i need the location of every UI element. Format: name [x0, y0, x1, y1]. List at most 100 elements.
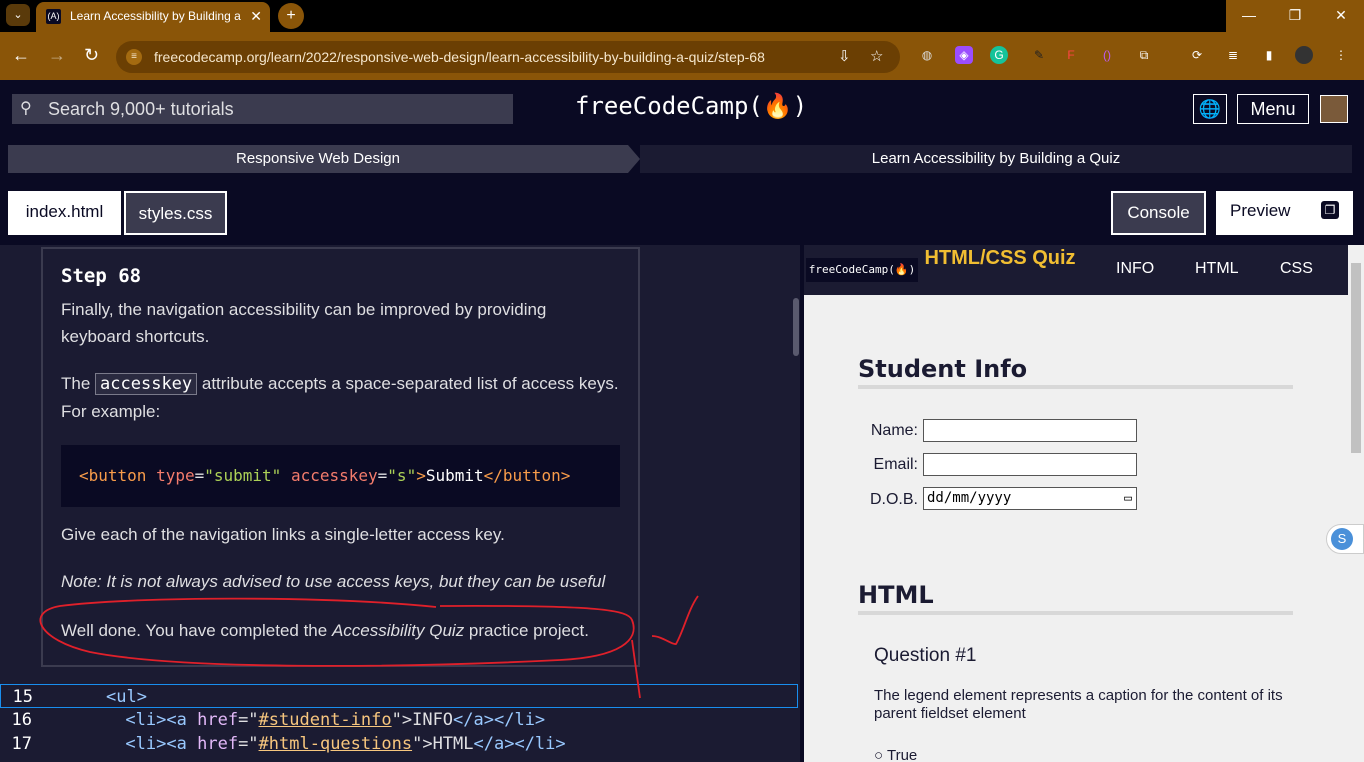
- line-code: <li><a href="#student-info">INFO</a></li…: [64, 708, 545, 732]
- accesskey-code: accesskey: [95, 373, 198, 395]
- profile-avatar-icon[interactable]: [1295, 46, 1313, 64]
- tok: HTML: [432, 734, 474, 754]
- radio-icon[interactable]: ○: [874, 747, 883, 762]
- line-code: <li><a href="#html-questions">HTML</a></…: [64, 732, 565, 756]
- tok: <li><: [125, 710, 177, 730]
- ex-gt2: >: [560, 466, 571, 485]
- forward-button[interactable]: →: [48, 44, 66, 66]
- tok: ul: [116, 687, 137, 707]
- preview-frame[interactable]: freeCodeCamp(🔥) HTML/CSS Quiz INFO HTML …: [804, 245, 1348, 762]
- extension-purple-icon[interactable]: ◈: [955, 46, 973, 64]
- instruction-paragraph-3: Give each of the navigation links a sing…: [61, 525, 505, 544]
- url-text: freecodecamp.org/learn/2022/responsive-w…: [154, 49, 765, 65]
- grammarly-icon[interactable]: G: [990, 46, 1008, 64]
- install-app-icon[interactable]: ⇩: [838, 41, 851, 73]
- preview-label: Preview: [1230, 201, 1291, 220]
- figma-icon[interactable]: F: [1062, 46, 1080, 64]
- side-panel-icon[interactable]: ▮: [1260, 46, 1278, 64]
- preview-popout-icon: ❐: [1321, 201, 1339, 219]
- browser-tab[interactable]: (A) Learn Accessibility by Building a ✕: [36, 2, 270, 32]
- tab-search-icon[interactable]: ⌄: [6, 4, 30, 26]
- calendar-icon[interactable]: ▭: [1124, 488, 1132, 509]
- url-bar[interactable]: ≡ freecodecamp.org/learn/2022/responsive…: [116, 41, 900, 73]
- code-line[interactable]: 17 <li><a href="#html-questions">HTML</a…: [0, 732, 798, 756]
- preview-scrollbar[interactable]: [1348, 245, 1364, 762]
- instructions-panel: Step 68 Finally, the navigation accessib…: [41, 247, 640, 667]
- option-true[interactable]: ○ True: [874, 747, 1284, 762]
- extension-globe-icon[interactable]: ◍: [918, 46, 936, 64]
- done-em: Accessibility Quiz: [331, 621, 465, 640]
- ex-gt1: >: [416, 466, 426, 485]
- restore-button[interactable]: ❐: [1272, 0, 1318, 32]
- sync-icon[interactable]: ⟳: [1188, 46, 1206, 64]
- site-info-icon[interactable]: ≡: [126, 49, 142, 65]
- search-placeholder: Search 9,000+ tutorials: [48, 99, 234, 119]
- tok: >: [136, 687, 147, 707]
- html-heading: HTML: [858, 581, 1293, 615]
- ex-text: Submit: [425, 466, 484, 485]
- completion-message: Well done. You have completed the Access…: [61, 617, 620, 644]
- reload-button[interactable]: ↻: [84, 44, 99, 66]
- tok: href: [197, 710, 239, 730]
- fcc-logo[interactable]: freeCodeCamp(🔥): [575, 92, 807, 120]
- browser-menu-icon[interactable]: ⋮: [1332, 46, 1350, 64]
- ex-closing-open: </: [483, 466, 503, 485]
- scrollbar-thumb[interactable]: [1351, 263, 1361, 453]
- tok: <li><: [125, 734, 177, 754]
- ex-tag: button: [88, 466, 147, 485]
- line-number: 15: [12, 687, 33, 707]
- reading-list-icon[interactable]: ≣: [1224, 46, 1242, 64]
- code-line[interactable]: 16 <li><a href="#student-info">INFO</a><…: [0, 708, 798, 732]
- breadcrumb-block[interactable]: Learn Accessibility by Building a Quiz: [640, 145, 1352, 173]
- extension-s-icon: S: [1331, 528, 1353, 550]
- search-icon: ⚲: [20, 100, 32, 117]
- new-tab-button[interactable]: +: [278, 3, 304, 29]
- close-window-button[interactable]: ✕: [1318, 0, 1364, 32]
- minimize-button[interactable]: —: [1226, 0, 1272, 32]
- tok: INFO: [412, 710, 454, 730]
- breadcrumb: Responsive Web Design Learn Accessibilit…: [8, 145, 1352, 173]
- extensions-puzzle-icon[interactable]: ⧉: [1135, 46, 1153, 64]
- preview-button[interactable]: Preview ❐: [1216, 191, 1353, 235]
- option-label: True: [886, 747, 918, 762]
- dob-field[interactable]: dd/mm/yyyy ▭: [923, 487, 1137, 510]
- user-avatar[interactable]: [1320, 95, 1348, 123]
- tok: #student-info: [258, 710, 392, 730]
- close-tab-icon[interactable]: ✕: [250, 2, 262, 30]
- preview-nav-info[interactable]: INFO: [1116, 260, 1154, 278]
- ex-open: <: [79, 466, 89, 485]
- language-globe-icon[interactable]: 🌐: [1193, 94, 1227, 124]
- extension-dropper-icon[interactable]: ✎: [1030, 46, 1048, 64]
- p2-text-before: The: [61, 374, 96, 393]
- tok: =": [238, 734, 259, 754]
- done-before: Well done. You have completed the: [61, 621, 332, 640]
- tok: ">: [391, 710, 413, 730]
- console-button[interactable]: Console: [1111, 191, 1206, 235]
- tab-styles-css[interactable]: styles.css: [124, 191, 227, 235]
- menu-button[interactable]: Menu: [1237, 94, 1309, 124]
- question-text: The legend element represents a caption …: [874, 687, 1283, 722]
- back-button[interactable]: ←: [12, 44, 30, 66]
- line-number: 16: [11, 710, 32, 730]
- editor-scrollbar[interactable]: [793, 298, 799, 356]
- tab-index-html[interactable]: index.html: [8, 191, 121, 235]
- preview-nav-css[interactable]: CSS: [1280, 260, 1313, 278]
- preview-header: freeCodeCamp(🔥) HTML/CSS Quiz INFO HTML …: [804, 245, 1348, 295]
- ex-val1: "submit": [204, 466, 282, 485]
- example-code-block: <button type="submit" accesskey="s">Subm…: [61, 445, 620, 507]
- fcc-favicon-icon: (A): [46, 9, 61, 24]
- tok: a: [176, 710, 187, 730]
- search-input[interactable]: ⚲ Search 9,000+ tutorials: [12, 94, 513, 124]
- ex-val2: "s": [387, 466, 417, 485]
- browser-tab-bar: ⌄ (A) Learn Accessibility by Building a …: [0, 0, 1364, 32]
- tok: <: [105, 687, 117, 707]
- name-field[interactable]: [923, 419, 1137, 442]
- floating-extension-button[interactable]: S: [1326, 524, 1364, 554]
- preview-nav-html[interactable]: HTML: [1195, 260, 1239, 278]
- ex-attr1: type: [156, 466, 195, 485]
- bookmark-star-icon[interactable]: ☆: [870, 41, 883, 73]
- email-field[interactable]: [923, 453, 1137, 476]
- code-line[interactable]: 15 <ul>: [0, 684, 798, 708]
- extension-brackets-icon[interactable]: (): [1098, 46, 1116, 64]
- breadcrumb-superblock[interactable]: Responsive Web Design: [8, 145, 640, 173]
